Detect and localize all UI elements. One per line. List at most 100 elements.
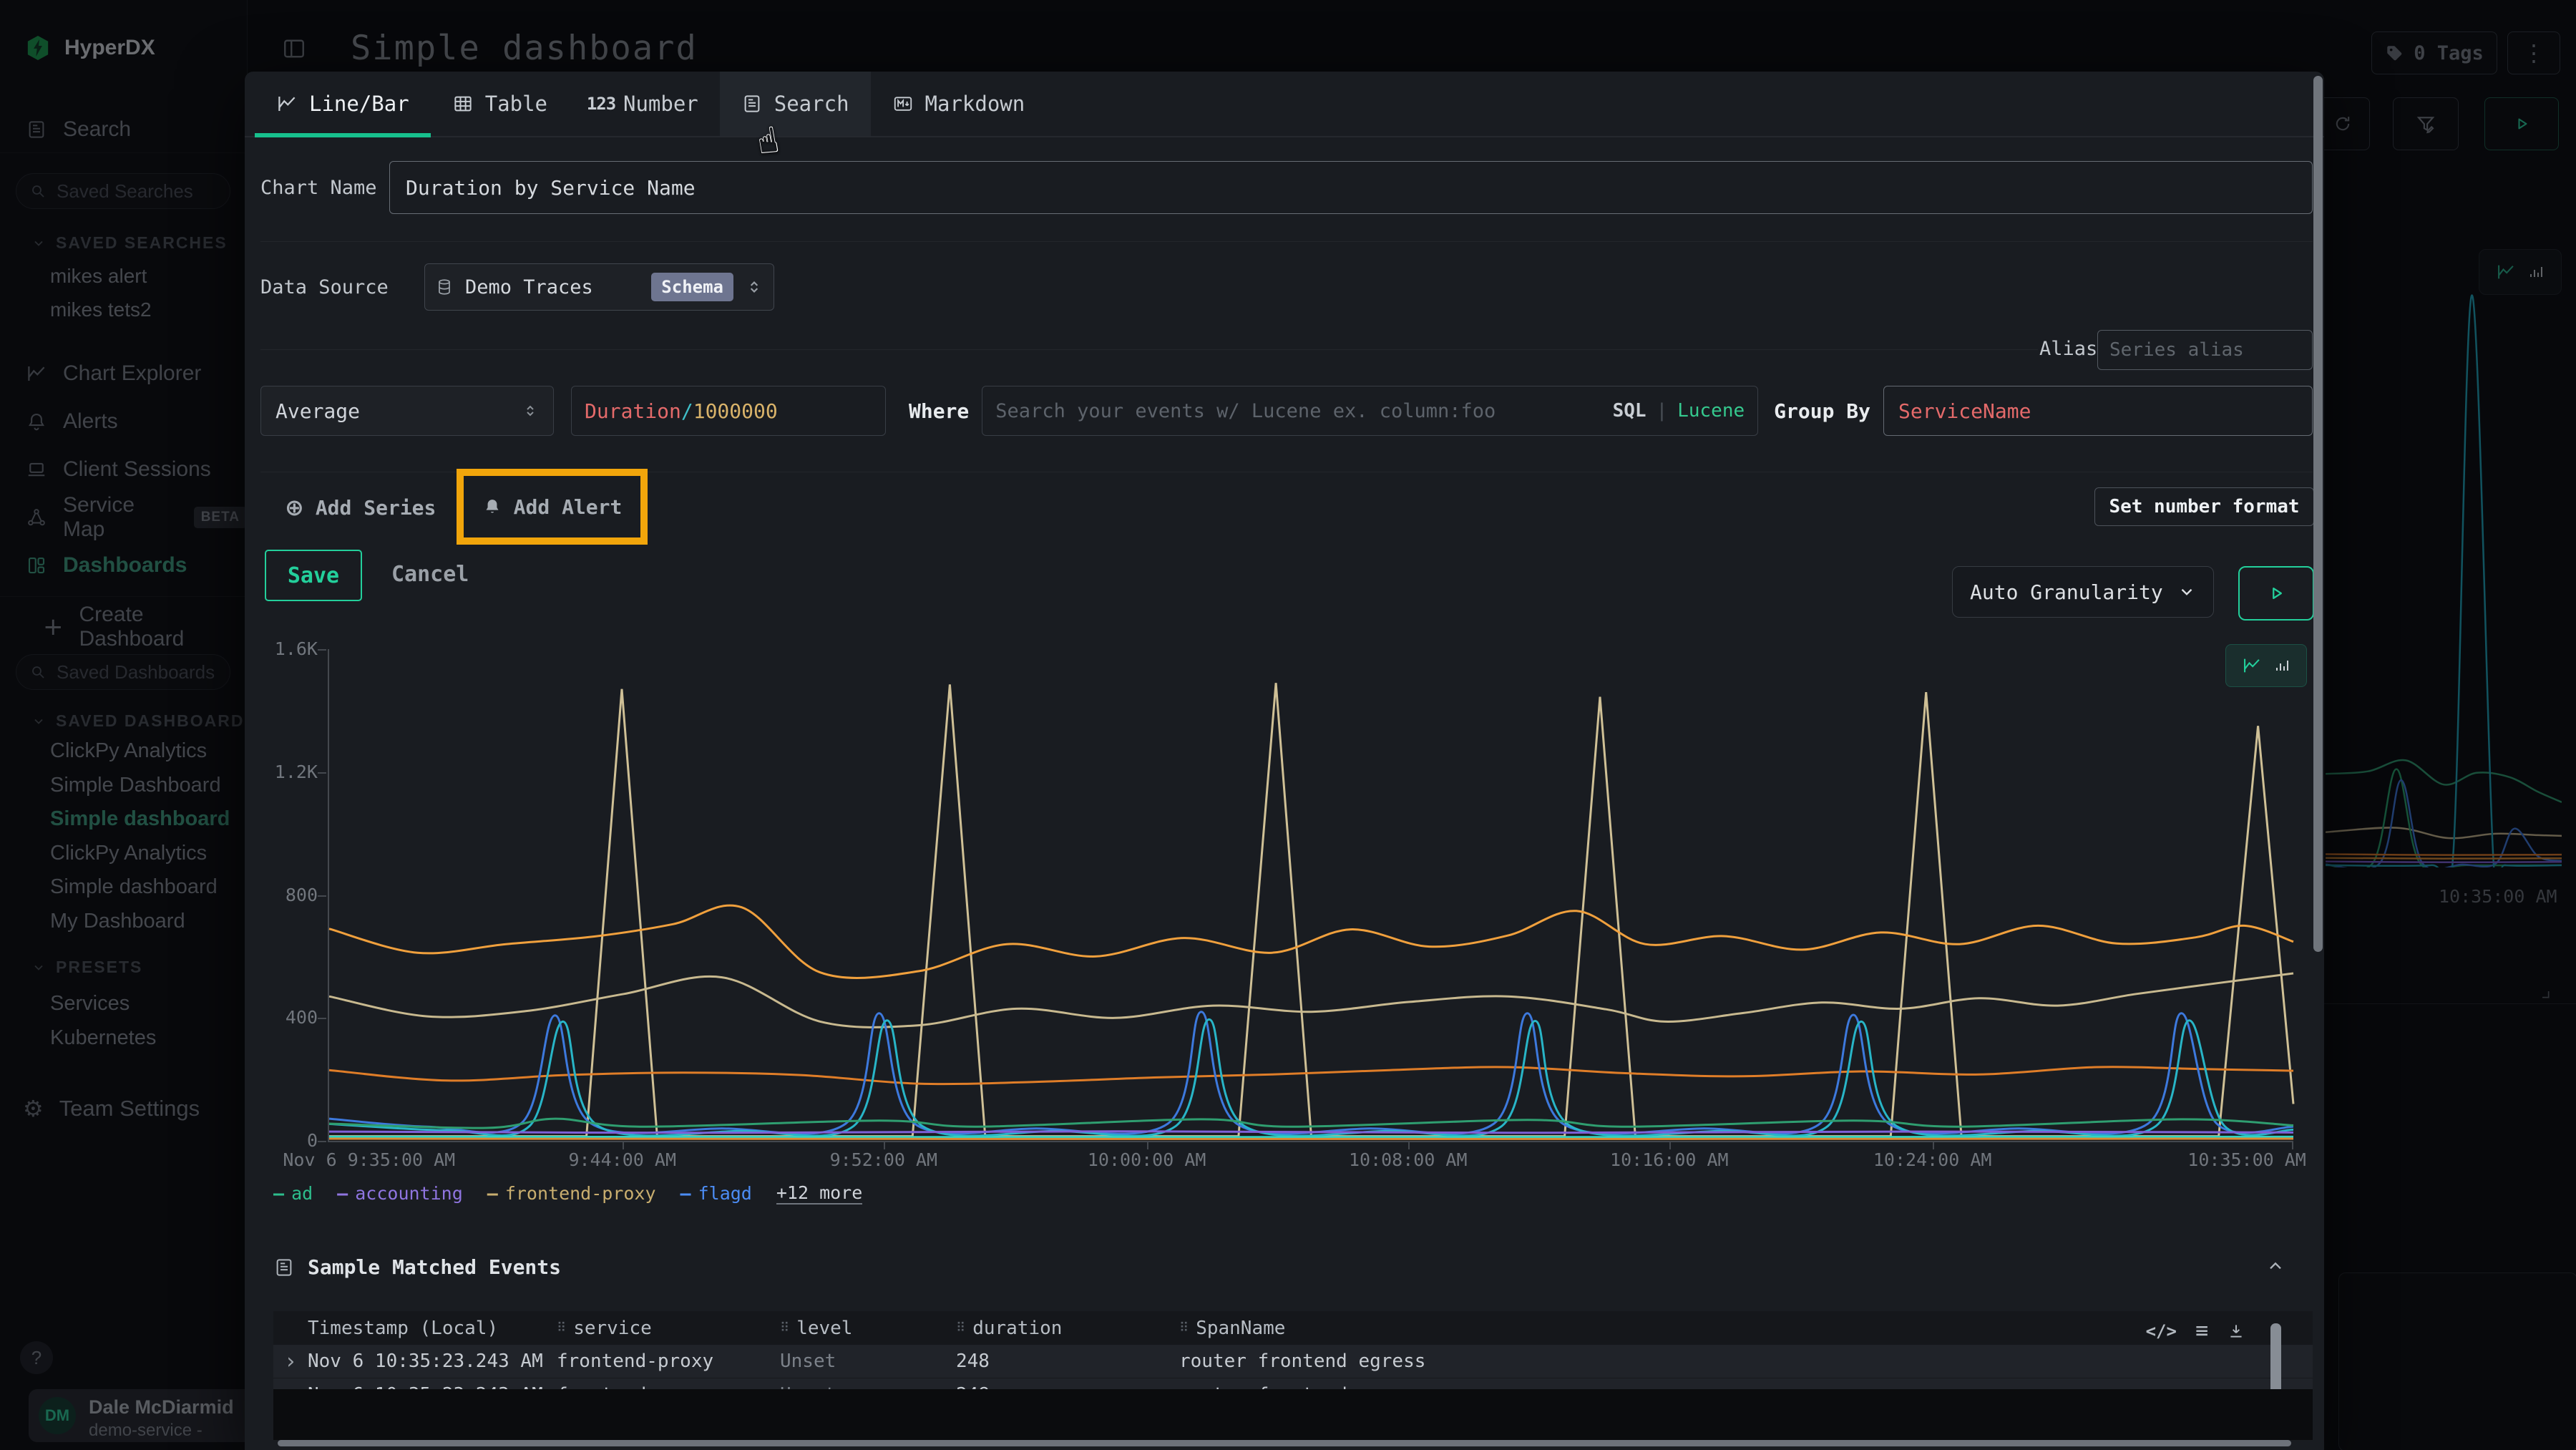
events-toolbar: </> ≡ <box>2146 1318 2245 1343</box>
event-cell: Unset <box>780 1384 956 1389</box>
x-tick-mark <box>884 1141 885 1149</box>
drag-handle-icon[interactable]: ⠿ <box>956 1320 965 1335</box>
play-icon <box>2265 583 2287 604</box>
x-tick-label: 10:16:00 AM <box>1610 1149 1729 1170</box>
chart-legend: —ad —accounting —frontend-proxy —flagd +12 m… <box>273 1182 862 1205</box>
markdown-icon <box>892 93 914 115</box>
x-tick-label: 10:24:00 AM <box>1873 1149 1992 1170</box>
add-series-button[interactable]: ⊕ Add Series <box>285 489 436 526</box>
chevron-down-icon <box>2177 583 2196 601</box>
collapse-section-icon[interactable] <box>2265 1257 2285 1277</box>
schema-badge[interactable]: Schema <box>651 273 733 301</box>
alias-input[interactable] <box>2097 330 2313 370</box>
x-tick-label: 10:35:00 AM <box>2187 1149 2306 1170</box>
x-tick-mark <box>1408 1141 1410 1149</box>
chart-name-row: Chart Name <box>260 160 2313 215</box>
add-alert-button[interactable]: Add Alert <box>514 495 623 519</box>
where-label: Where <box>909 399 969 423</box>
legend-item-accounting[interactable]: —accounting <box>337 1183 463 1204</box>
tab-table[interactable]: Table <box>431 72 569 136</box>
tab-line-bar[interactable]: Line/Bar <box>255 72 431 136</box>
x-tick-mark <box>623 1141 624 1149</box>
event-cell: router frontend egress <box>1179 1351 2313 1372</box>
legend-item-flagd[interactable]: —flagd <box>680 1183 752 1204</box>
tab-bar: Line/BarTable123NumberSearchMarkdown <box>245 72 2324 137</box>
drag-handle-icon[interactable]: ⠿ <box>780 1320 789 1335</box>
event-cell: 248 <box>956 1351 1179 1372</box>
y-tick-mark <box>318 895 326 897</box>
x-tick-label: 9:44:00 AM <box>568 1149 676 1170</box>
legend-item-ad[interactable]: —ad <box>273 1183 313 1204</box>
field-token: / <box>681 399 693 423</box>
set-number-format-button[interactable]: Set number format <box>2094 487 2314 526</box>
legend-more-link[interactable]: +12 more <box>776 1182 862 1205</box>
alias-label: Alias <box>2039 338 2097 360</box>
where-search-input[interactable]: Search your events w/ Lucene ex. column:… <box>982 386 1758 436</box>
x-tick-mark <box>2292 1141 2293 1149</box>
expand-row-icon[interactable]: › <box>273 1349 308 1374</box>
download-icon[interactable] <box>2227 1322 2245 1340</box>
event-cell: Unset <box>780 1351 956 1372</box>
field-expression-input[interactable]: Duration/1000000 <box>571 386 886 436</box>
event-row[interactable]: ›Nov 6 10:35:23.243 AMfrontend-proxyUnse… <box>273 1378 2313 1389</box>
sample-events-header[interactable]: Sample Matched Events <box>273 1255 561 1279</box>
x-tick-label: Nov 6 9:35:00 AM <box>283 1149 455 1170</box>
events-rows: ›Nov 6 10:35:23.243 AMfrontend-proxyUnse… <box>273 1345 2313 1389</box>
chart-name-input[interactable] <box>389 161 2313 214</box>
series-editor-row: Average Duration/1000000 Where Search yo… <box>260 386 2313 436</box>
drag-handle-icon[interactable]: ⠿ <box>1179 1320 1189 1335</box>
series-frontend-proxy <box>329 683 2293 1136</box>
sql-mode-button[interactable]: SQL <box>1613 400 1646 422</box>
divider <box>260 349 2038 350</box>
group-by-label: Group By <box>1774 399 1870 423</box>
legend-swatch: — <box>337 1183 348 1204</box>
events-table-header: Timestamp (Local)⠿service⠿level⠿duration… <box>273 1311 2313 1346</box>
event-row[interactable]: ›Nov 6 10:35:23.243 AMfrontend-proxyUnse… <box>273 1345 2313 1378</box>
y-tick-mark <box>318 772 326 774</box>
column-header-level[interactable]: ⠿level <box>780 1318 956 1339</box>
field-token: Duration <box>585 399 681 423</box>
cancel-button[interactable]: Cancel <box>391 550 469 598</box>
search-icon <box>741 93 763 115</box>
series-series-tan <box>329 973 2293 1027</box>
expand-row-icon[interactable]: › <box>273 1383 308 1390</box>
horizontal-scrollbar[interactable] <box>278 1440 2291 1446</box>
preview-run-button[interactable] <box>2238 566 2314 621</box>
tab-markdown[interactable]: Markdown <box>871 72 1047 136</box>
updown-chevrons-icon <box>522 402 539 419</box>
y-tick-label: 1.2K <box>258 762 318 782</box>
data-source-select[interactable]: Demo Traces Schema <box>424 263 774 311</box>
x-tick-label: 9:52:00 AM <box>830 1149 938 1170</box>
legend-item-frontend-proxy[interactable]: —frontend-proxy <box>487 1183 656 1204</box>
save-button[interactable]: Save <box>265 550 362 601</box>
list-icon <box>273 1257 295 1278</box>
database-icon <box>435 278 454 296</box>
where-placeholder: Search your events w/ Lucene ex. column:… <box>995 400 1602 422</box>
x-tick-mark <box>1933 1141 1934 1149</box>
data-source-value: Demo Traces <box>465 276 640 298</box>
aggregation-value: Average <box>275 399 522 423</box>
add-alert-annotation-box: Add Alert <box>457 469 648 545</box>
modal-scrollbar[interactable] <box>2313 76 2323 952</box>
granularity-select[interactable]: Auto Granularity <box>1952 566 2214 618</box>
series-series-dark-orange <box>329 1067 2293 1084</box>
y-tick-label: 400 <box>258 1007 318 1028</box>
bell-icon <box>482 497 502 517</box>
lucene-mode-button[interactable]: Lucene <box>1677 400 1745 422</box>
code-view-icon[interactable]: </> <box>2146 1321 2177 1341</box>
plus-circle-icon: ⊕ <box>285 494 304 521</box>
column-header-spanname[interactable]: ⠿SpanName <box>1179 1318 2313 1339</box>
drag-handle-icon[interactable]: ⠿ <box>557 1320 566 1335</box>
legend-swatch: — <box>680 1183 691 1204</box>
tab-number[interactable]: 123Number <box>569 72 720 136</box>
aggregation-select[interactable]: Average <box>260 386 554 436</box>
filter-lines-icon[interactable]: ≡ <box>2195 1318 2208 1343</box>
events-table: Timestamp (Local)⠿service⠿level⠿duration… <box>273 1311 2313 1346</box>
column-header-timestamp-local[interactable]: Timestamp (Local) <box>308 1318 557 1339</box>
column-header-service[interactable]: ⠿service <box>557 1318 780 1339</box>
column-header-duration[interactable]: ⠿duration <box>956 1318 1179 1339</box>
field-token: 1000000 <box>693 399 778 423</box>
tab-search[interactable]: Search <box>720 72 871 136</box>
series-series-orange <box>329 905 2293 978</box>
group-by-input[interactable] <box>1883 386 2313 436</box>
